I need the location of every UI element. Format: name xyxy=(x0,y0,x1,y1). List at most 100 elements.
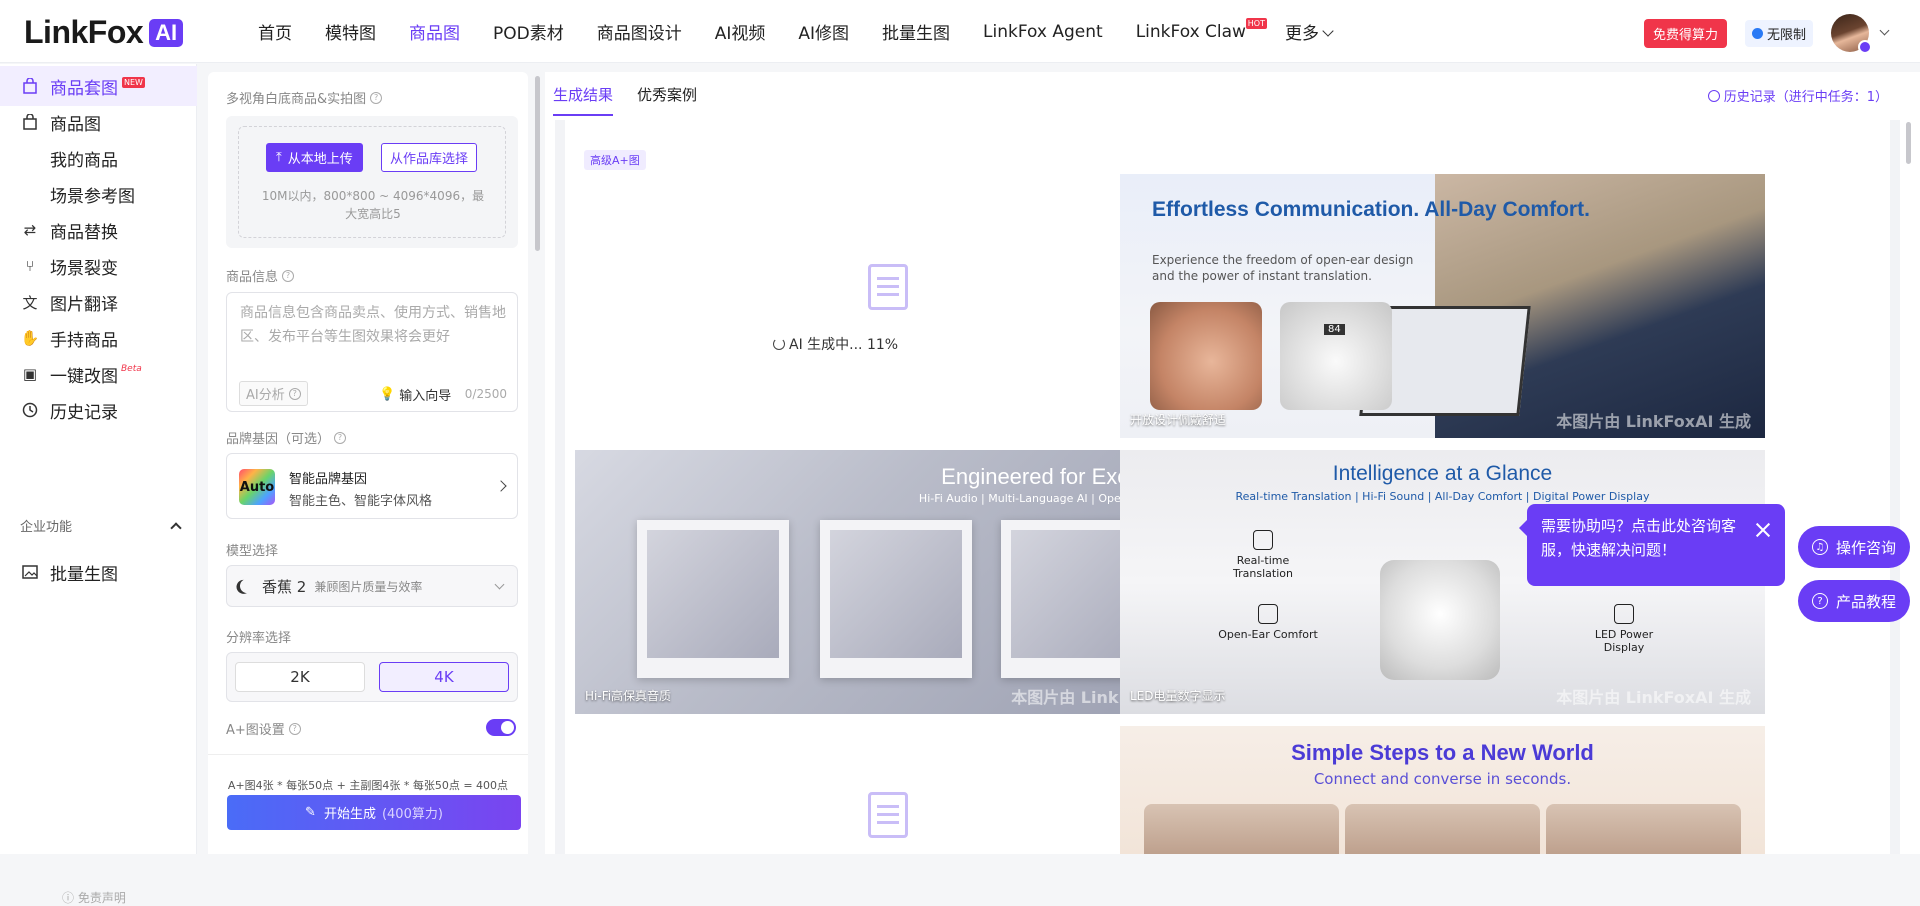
tutorial-label: 产品教程 xyxy=(1835,592,1896,611)
tooltip-text: 需要协助吗？点击此处咨询客服，快速解决问题！ xyxy=(1541,517,1737,559)
tutorial-button[interactable]: ? 产品教程 xyxy=(1798,580,1910,622)
lightbulb-icon: 💡 xyxy=(379,387,396,402)
disclaimer-link[interactable]: ⓘ 免责声明 xyxy=(62,889,126,906)
hot-badge: HOT xyxy=(1245,17,1267,29)
nav-product-design[interactable]: 商品图设计 xyxy=(597,19,682,44)
sidebar-item-label: 手持商品 xyxy=(50,330,118,351)
enterprise-section-header[interactable]: 企业功能 xyxy=(20,516,182,535)
nav-ai-retouch[interactable]: AI修图 xyxy=(798,19,849,44)
select-from-library-button[interactable]: 从作品库选择 xyxy=(381,143,478,172)
card-subtitle: Real-time Translation | Hi-Fi Sound | Al… xyxy=(1235,490,1650,503)
sidebar-item-quick-edit[interactable]: ▣ 一键改图 Beta xyxy=(0,354,197,394)
headset-icon: ♫ xyxy=(1811,539,1828,555)
plan-label: 无限制 xyxy=(1766,27,1806,43)
logo-text: LinkFox xyxy=(24,14,144,50)
tab-showcase[interactable]: 优秀案例 xyxy=(637,72,705,116)
nav-agent[interactable]: LinkFox Agent xyxy=(983,22,1103,42)
free-credits-button[interactable]: 免费得算力 xyxy=(1643,18,1727,48)
card-caption: LED电量数字显示 xyxy=(1130,689,1226,703)
sidebar-item-handheld[interactable]: ✋ 手持商品 xyxy=(0,318,197,358)
sidebar-item-product-swap[interactable]: ⇄ 商品替换 xyxy=(0,210,197,250)
brand-subtitle: 智能主色、智能字体风格 xyxy=(289,494,433,509)
clock-icon xyxy=(1707,89,1720,102)
settings-panel: 多视角白底商品&实拍图? ⤒ 从本地上传 从作品库选择 10M以内，800*800… xyxy=(208,72,528,854)
input-guide-button[interactable]: 💡 输入向导 xyxy=(379,385,451,404)
sidebar-item-product-set[interactable]: 商品套图 NEW xyxy=(0,66,197,106)
history-link[interactable]: 历史记录（进行中任务：1） xyxy=(1707,86,1888,105)
tab-results[interactable]: 生成结果 xyxy=(553,72,621,116)
header-actions: 免费得算力 无限制 xyxy=(1643,14,1890,54)
help-icon[interactable]: ? xyxy=(370,91,383,104)
nav-batch[interactable]: 批量生图 xyxy=(882,19,950,44)
start-generate-button[interactable]: ✎ 开始生成 (400算力) xyxy=(227,795,521,830)
nav-home[interactable]: 首页 xyxy=(258,19,292,44)
section-label: 企业功能 xyxy=(20,520,73,535)
info-section-label: 商品信息? xyxy=(226,266,295,285)
result-card-4[interactable]: Simple Steps to a New World Connect and … xyxy=(1120,726,1765,854)
aplus-toggle[interactable] xyxy=(486,719,516,736)
translate-icon: 文 xyxy=(22,293,38,312)
card-caption: 开放设计佩戴舒适 xyxy=(1130,413,1227,427)
aplus-label: A+图设置 xyxy=(226,723,285,738)
upload-local-button[interactable]: ⤒ 从本地上传 xyxy=(266,143,363,172)
generate-points: (400算力) xyxy=(381,807,443,822)
bag-icon xyxy=(22,78,38,94)
sidebar-item-my-products[interactable]: 我的商品 xyxy=(0,138,197,178)
chevron-right-icon xyxy=(495,480,507,492)
results-scrollbar[interactable] xyxy=(1906,122,1911,164)
aplus-section-label: A+图设置? xyxy=(226,719,301,738)
earbud-photo xyxy=(830,530,962,658)
nav-more-label: 更多 xyxy=(1284,24,1319,44)
nav-more[interactable]: 更多 xyxy=(1284,19,1334,44)
sidebar-item-scene-fission[interactable]: ⑂ 场景裂变 xyxy=(0,246,197,286)
support-tooltip[interactable]: 需要协助吗？点击此处咨询客服，快速解决问题！ xyxy=(1519,504,1785,586)
resolution-2k-button[interactable]: 2K xyxy=(235,662,365,692)
tooltip-tail xyxy=(1519,520,1527,536)
status-text: AI 生成中... 11% xyxy=(789,337,899,353)
avatar[interactable] xyxy=(1831,14,1872,54)
resolution-4k-button[interactable]: 4K xyxy=(379,662,509,692)
help-icon[interactable]: ? xyxy=(282,269,295,282)
nav-pod[interactable]: POD素材 xyxy=(493,19,564,44)
result-card-1[interactable]: Effortless Communication. All-Day Comfor… xyxy=(1120,174,1765,438)
feature-translation: Real-time Translation xyxy=(1228,530,1298,580)
ear-photo xyxy=(1150,302,1262,410)
brand-gene-card[interactable]: Auto 智能品牌基因 智能主色、智能字体风格 xyxy=(226,453,518,519)
logo-ai-badge: AI xyxy=(149,18,184,47)
model-name: 香蕉 2 xyxy=(262,577,307,596)
model-label: 模型选择 xyxy=(226,544,279,559)
help-icon[interactable]: ? xyxy=(288,722,301,735)
product-info-placeholder: 商品信息包含商品卖点、使用方式、销售地区、发布平台等生图效果将会更好 xyxy=(240,305,506,345)
chevron-down-icon[interactable] xyxy=(1879,25,1890,35)
chevron-up-icon xyxy=(170,521,182,534)
feature-label: LED Power Display xyxy=(1594,628,1654,654)
sidebar-item-history[interactable]: 历史记录 xyxy=(0,390,197,430)
product-info-textarea[interactable]: 商品信息包含商品卖点、使用方式、销售地区、发布平台等生图效果将会更好 AI分析?… xyxy=(226,292,518,412)
consult-button[interactable]: ♫ 操作咨询 xyxy=(1798,526,1910,568)
sidebar-item-batch[interactable]: 批量生图 xyxy=(0,552,197,592)
plan-badge[interactable]: 无限制 xyxy=(1744,19,1813,47)
sidebar-item-translate[interactable]: 文 图片翻译 xyxy=(0,282,197,322)
help-icon: ? xyxy=(288,387,301,400)
sidebar-item-scene-reference[interactable]: 场景参考图 xyxy=(0,174,197,214)
lightning-icon xyxy=(1751,27,1763,39)
close-icon[interactable] xyxy=(1755,522,1771,538)
ear-icon xyxy=(1258,604,1278,624)
nav-product-image[interactable]: 商品图 xyxy=(409,19,460,44)
auto-brand-icon: Auto xyxy=(239,469,275,505)
sidebar-item-label: 场景裂变 xyxy=(50,258,118,279)
help-icon[interactable]: ? xyxy=(334,431,347,444)
input-guide-label: 输入向导 xyxy=(399,389,452,404)
sidebar-item-product-image[interactable]: 商品图 xyxy=(0,102,197,142)
panel-scrollbar[interactable] xyxy=(535,76,540,251)
ai-analyze-button[interactable]: AI分析? xyxy=(239,381,308,406)
linkfox-logo[interactable]: LinkFox AI xyxy=(24,14,184,51)
product-frame xyxy=(637,520,789,678)
upload-dropzone[interactable]: ⤒ 从本地上传 从作品库选择 10M以内，800*800 ~ 4096*4096，… xyxy=(238,126,506,238)
model-select[interactable]: 香蕉 2 兼顾图片质量与效率 xyxy=(226,565,518,607)
nav-claw[interactable]: LinkFox Claw HOT xyxy=(1136,17,1267,42)
nav-ai-video[interactable]: AI视频 xyxy=(715,19,766,44)
new-badge: NEW xyxy=(122,76,145,88)
resolution-options: 2K 4K xyxy=(226,652,518,702)
nav-model[interactable]: 模特图 xyxy=(325,19,376,44)
